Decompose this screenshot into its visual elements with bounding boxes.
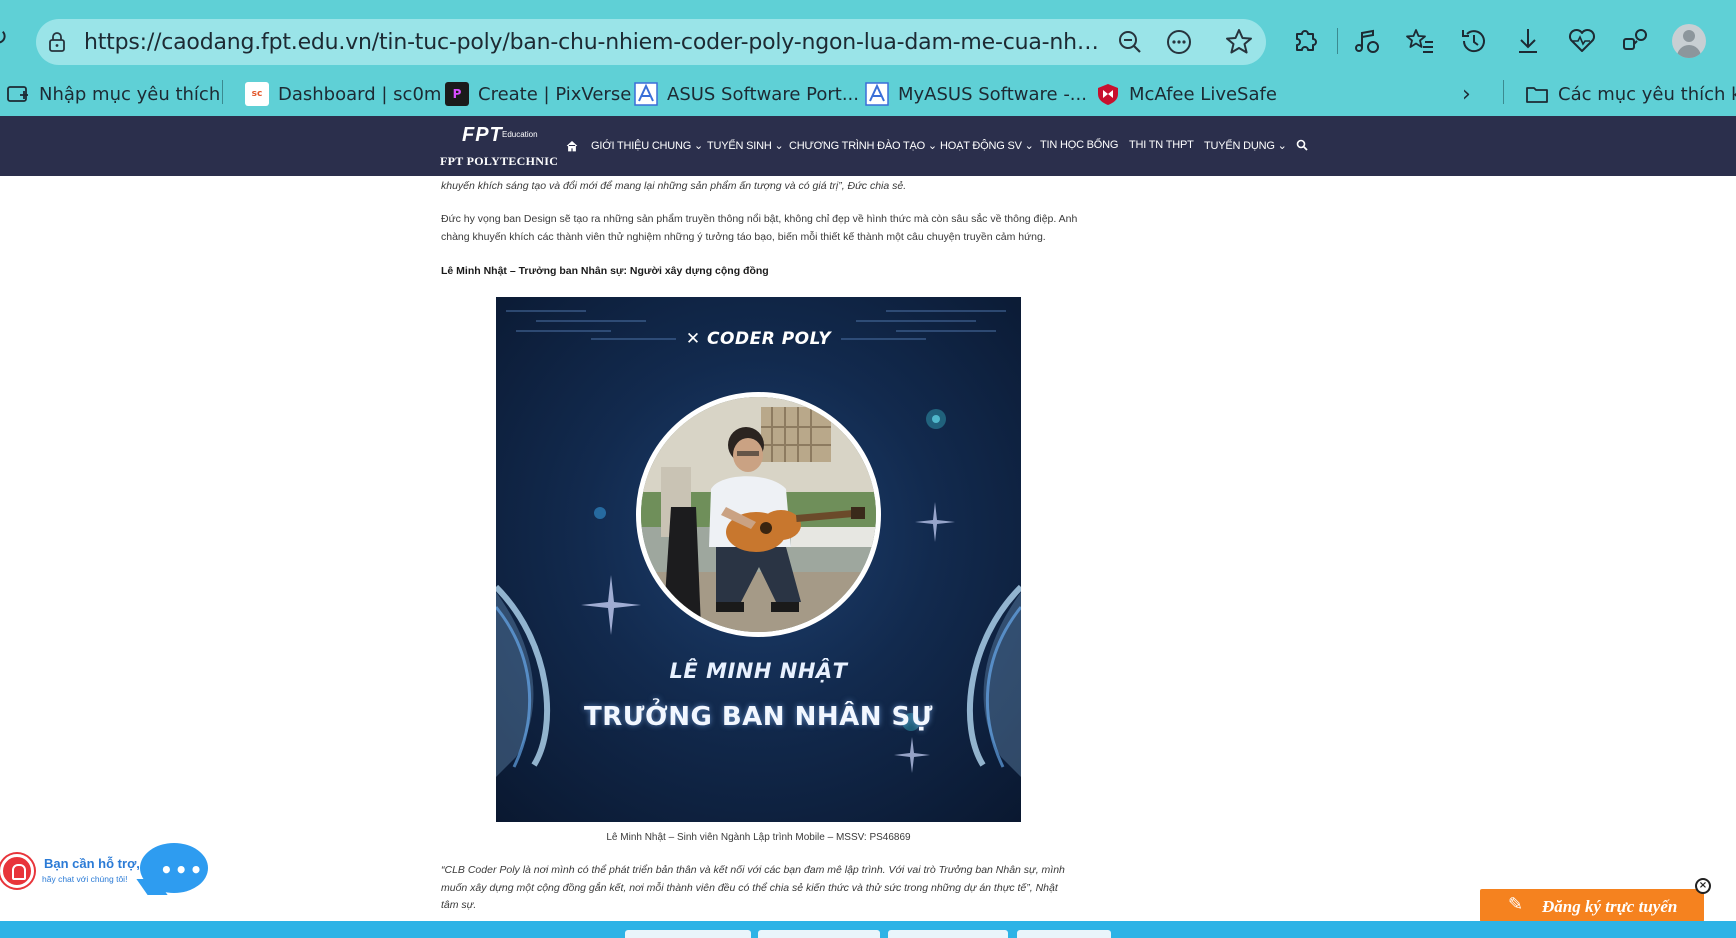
favorites-bar: Nhập mục yêu thích sc Dashboard | sc0m P… [0, 74, 1736, 112]
nav-label: TUYỂN SINH [707, 140, 772, 152]
downloads-icon[interactable] [1511, 24, 1545, 58]
reload-icon[interactable]: ↻ [0, 24, 14, 50]
bottom-bar-tab[interactable] [1017, 930, 1111, 938]
asus-favicon [634, 82, 658, 106]
browser-toolbar: ↻ https://caodang.fpt.edu.vn/tin-tuc-pol… [0, 0, 1736, 116]
nav-label: CHƯƠNG TRÌNH ĐÀO TẠO [789, 140, 926, 152]
favorites-overflow-chevron-icon[interactable]: › [1462, 80, 1471, 108]
close-icon[interactable]: × [1695, 878, 1711, 894]
pixverse-favicon: P [445, 82, 469, 106]
support-bell-icon[interactable] [0, 854, 34, 888]
media-control-icon[interactable] [1350, 24, 1384, 58]
history-icon[interactable] [1457, 24, 1491, 58]
member-poster-image: ✕ CODER POLY LÊ MINH NHẬT TRƯỞNG BAN NHÂ… [496, 297, 1021, 822]
favorite-label: Create | PixVerse [478, 83, 632, 105]
toolbar-separator [1337, 28, 1338, 54]
favorite-other-folder[interactable]: Các mục yêu thích khác [1525, 80, 1736, 108]
copilot-share-icon[interactable] [1618, 24, 1652, 58]
chat-dots: ••• [160, 858, 205, 882]
favorite-asus-portal[interactable]: ASUS Software Port... [634, 80, 859, 108]
favorite-pixverse[interactable]: P Create | PixVerse [445, 80, 631, 108]
favorite-label: ASUS Software Port... [667, 83, 859, 105]
bottom-bar-tab[interactable] [758, 930, 880, 938]
folder-icon [1526, 87, 1548, 103]
poster-member-role: TRƯỞNG BAN NHÂN SỰ [584, 702, 933, 732]
favorite-dashboard[interactable]: sc Dashboard | sc0m [245, 80, 441, 108]
nav-gioi-thieu-chung[interactable]: GIỚI THIỆU CHUNG ⌄ [591, 139, 703, 152]
asus-favicon [865, 82, 889, 106]
poster-member-name: LÊ MINH NHẬT [669, 659, 848, 683]
favorite-label: Dashboard | sc0m [278, 83, 442, 105]
nav-label: THI TN THPT [1129, 139, 1194, 151]
coder-poly-brand-text: CODER POLY [707, 329, 832, 349]
profile-avatar[interactable] [1672, 24, 1706, 58]
favorite-mcafee[interactable]: McAfee LiveSafe [1096, 80, 1277, 108]
nav-label: TIN HỌC BỔNG [1040, 139, 1119, 151]
favorites-separator [1503, 80, 1504, 104]
favorites-separator [222, 80, 223, 104]
url-text[interactable]: https://caodang.fpt.edu.vn/tin-tuc-poly/… [84, 30, 1099, 55]
bottom-bar-tab[interactable] [888, 930, 1008, 938]
nav-thi-tn-thpt[interactable]: THI TN THPT [1129, 139, 1194, 151]
favorite-label: Nhập mục yêu thích [39, 83, 221, 105]
bottom-contact-bar [0, 921, 1736, 938]
favorite-add-link[interactable]: Nhập mục yêu thích [6, 80, 220, 108]
add-favorite-star-icon[interactable] [1223, 26, 1255, 58]
home-icon[interactable] [566, 140, 578, 152]
favorite-label: Các mục yêu thích khác [1558, 83, 1736, 105]
mcafee-favicon [1098, 84, 1118, 105]
zoom-out-icon[interactable] [1114, 26, 1146, 58]
article-paragraph: khuyến khích sáng tạo và đổi mới để mang… [441, 180, 907, 192]
favorite-myasus[interactable]: MyASUS Software -... [865, 80, 1087, 108]
article-subheading: Lê Minh Nhật – Trưởng ban Nhân sự: Người… [441, 265, 769, 277]
bottom-bar-tab[interactable] [625, 930, 751, 938]
register-online-button[interactable]: ✎ Đăng ký trực tuyến [1480, 889, 1704, 922]
logo-fpt-text: FPT [462, 124, 503, 146]
image-caption: Lê Minh Nhật – Sinh viên Ngành Lập trình… [606, 832, 911, 843]
logo-polytechnic-text: FPT POLYTECHNIC [440, 154, 559, 168]
edit-pencil-icon: ✎ [1508, 894, 1524, 915]
extensions-puzzle-icon[interactable] [1288, 24, 1322, 58]
coder-poly-logo: ✕ CODER POLY [685, 329, 832, 349]
nav-label: GIỚI THIỆU CHUNG [591, 140, 692, 152]
search-icon[interactable] [1296, 139, 1308, 151]
support-subtitle: hãy chat với chúng tôi! [42, 874, 128, 884]
article-quote: “CLB Coder Poly là nơi mình có thể phát … [441, 864, 1065, 911]
nav-tin-hoc-bong[interactable]: TIN HỌC BỔNG [1040, 139, 1118, 151]
site-navbar: FPT Education FPT POLYTECHNIC GIỚI THIỆU… [0, 116, 1736, 176]
fpt-polytechnic-logo[interactable]: FPT Education FPT POLYTECHNIC [440, 124, 560, 170]
logo-education-text: Education [502, 130, 538, 139]
more-options-icon[interactable] [1163, 26, 1195, 58]
nav-hoat-dong-sv[interactable]: HOẠT ĐỘNG SV ⌄ [940, 139, 1034, 152]
site-info-lock-icon[interactable] [48, 32, 66, 52]
sc0m-favicon: sc [245, 82, 269, 106]
bookmark-add-icon [7, 86, 28, 102]
support-title: Bạn cần hỗ trợ, [44, 856, 140, 871]
member-photo [636, 392, 881, 637]
favorites-list-icon[interactable] [1403, 24, 1437, 58]
nav-chuong-trinh-dao-tao[interactable]: CHƯƠNG TRÌNH ĐÀO TẠO ⌄ [789, 139, 937, 152]
member-photo-illustration [641, 397, 876, 632]
favorite-label: McAfee LiveSafe [1129, 83, 1277, 105]
chat-support-widget[interactable]: Bạn cần hỗ trợ, hãy chat với chúng tôi! … [0, 840, 215, 900]
nav-tuyen-dung[interactable]: TUYỂN DỤNG ⌄ [1204, 139, 1287, 152]
register-label: Đăng ký trực tuyến [1542, 897, 1678, 916]
nav-label: HOẠT ĐỘNG SV [940, 140, 1022, 152]
favorite-label: MyASUS Software -... [898, 83, 1087, 105]
browser-essentials-heart-icon[interactable] [1565, 24, 1599, 58]
article-paragraph: Đức hy vọng ban Design sẽ tạo ra những s… [441, 213, 1078, 243]
nav-tuyen-sinh[interactable]: TUYỂN SINH ⌄ [707, 139, 784, 152]
nav-label: TUYỂN DỤNG [1204, 140, 1275, 152]
